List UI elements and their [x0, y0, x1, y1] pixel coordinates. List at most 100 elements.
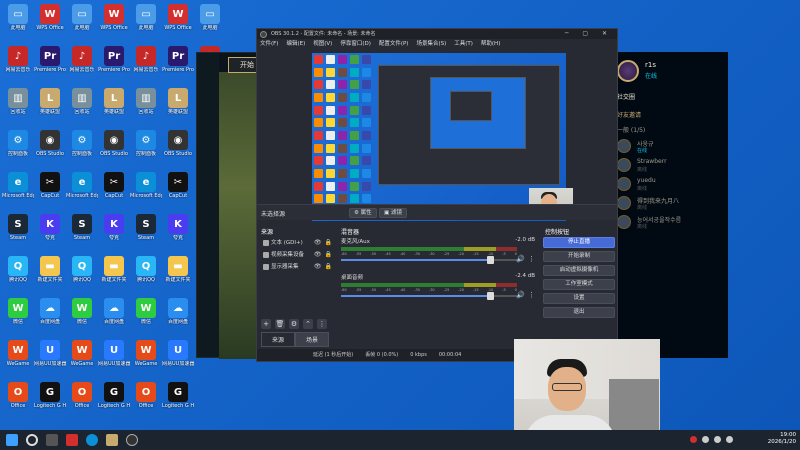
desktop-icon[interactable]: K 夸克: [98, 214, 130, 252]
visibility-lock-icon[interactable]: 👁🔒: [314, 249, 335, 261]
desktop-icon[interactable]: U 网易UU加速器: [162, 340, 194, 378]
desktop-icon[interactable]: ♪网易云音乐: [66, 46, 98, 84]
source-item[interactable]: 显示器采集 👁🔒: [261, 261, 337, 273]
speaker-icon[interactable]: 🔊: [516, 291, 525, 299]
desktop-icon[interactable]: ☁ 百度网盘: [162, 298, 194, 336]
desktop-icon[interactable]: L 英雄联盟: [162, 88, 194, 126]
desktop-icon[interactable]: ▥回收站: [130, 88, 162, 126]
desktop-icon[interactable]: eMicrosoft Edge: [66, 172, 98, 210]
source-settings-icon[interactable]: ⚙: [289, 319, 299, 329]
desktop-icon[interactable]: GLogitech G HUB: [98, 382, 130, 420]
obs-preview[interactable]: [312, 53, 573, 221]
window-controls-icon[interactable]: ─ ▢ ✕: [565, 29, 613, 39]
desktop-icon[interactable]: S Steam: [66, 214, 98, 252]
friend-group[interactable]: 一般 (1/5): [617, 125, 645, 134]
desktop-icon[interactable]: K 夸克: [162, 214, 194, 252]
friend-item[interactable]: Strawberr 离线: [617, 157, 725, 175]
tray-network-icon[interactable]: [702, 436, 709, 443]
profile-avatar[interactable]: [617, 60, 639, 82]
control-button[interactable]: 开始录制: [543, 251, 615, 262]
desktop-icon[interactable]: ⚙控制面板: [66, 130, 98, 168]
desktop-icon[interactable]: ▥回收站: [66, 88, 98, 126]
desktop-icon[interactable]: W 微信: [130, 298, 162, 336]
desktop-icon[interactable]: W WPS Office: [162, 4, 194, 42]
desktop-icon[interactable]: O Office: [130, 382, 162, 420]
control-button[interactable]: 工作室模式: [543, 279, 615, 290]
desktop-icon[interactable]: Q 腾讯QQ: [66, 256, 98, 294]
dock-tab[interactable]: 来源: [261, 332, 296, 347]
desktop-icon[interactable]: ⚙控制面板: [2, 130, 34, 168]
desktop-icon[interactable]: Q 腾讯QQ: [2, 256, 34, 294]
speaker-icon[interactable]: 🔊: [516, 255, 525, 263]
desktop-icon[interactable]: U 网易UU加速器: [98, 340, 130, 378]
edge-icon[interactable]: [86, 434, 98, 446]
tray-app-icon[interactable]: [690, 436, 697, 443]
menu-item[interactable]: 配置文件(P): [379, 39, 409, 49]
desktop-icon[interactable]: ▭ 此电脑: [66, 4, 98, 42]
remove-source-icon[interactable]: 🗑: [275, 319, 285, 329]
desktop-icon[interactable]: Pr Premiere Pro: [98, 46, 130, 84]
obs-taskbar-icon[interactable]: [126, 434, 138, 446]
desktop-icon[interactable]: ✂ CapCut: [34, 172, 66, 210]
desktop-icon[interactable]: K 夸克: [34, 214, 66, 252]
menu-item[interactable]: 编辑(E): [286, 39, 305, 49]
desktop-icon[interactable]: ⚙控制面板: [130, 130, 162, 168]
desktop-icon[interactable]: L 英雄联盟: [34, 88, 66, 126]
desktop-icon[interactable]: L 英雄联盟: [98, 88, 130, 126]
desktop-icon[interactable]: ▭ 此电脑: [2, 4, 34, 42]
desktop-icon[interactable]: eMicrosoft Edge: [2, 172, 34, 210]
desktop-icon[interactable]: U 网易UU加速器: [34, 340, 66, 378]
filters-button[interactable]: ▣ 滤镜: [379, 208, 407, 218]
visibility-lock-icon[interactable]: 👁🔒: [314, 237, 335, 249]
task-view-icon[interactable]: [46, 434, 58, 446]
dock-tab[interactable]: 场景: [295, 332, 330, 347]
desktop-icon[interactable]: S Steam: [130, 214, 162, 252]
more-icon[interactable]: ⋮: [317, 319, 327, 329]
desktop-icon[interactable]: Q 腾讯QQ: [130, 256, 162, 294]
desktop-icon[interactable]: ▬ 新建文件夹: [162, 256, 194, 294]
desktop-icon[interactable]: GLogitech G HUB: [34, 382, 66, 420]
friend-item[interactable]: 得到我来九月八 离线: [617, 195, 725, 213]
control-button[interactable]: 停止直播: [543, 237, 615, 248]
friend-item[interactable]: 사웅규 在线: [617, 138, 725, 156]
desktop-icon[interactable]: GLogitech G HUB: [162, 382, 194, 420]
volume-fader[interactable]: [341, 259, 491, 261]
desktop-icon[interactable]: W 微信: [66, 298, 98, 336]
taskbar-app-icon[interactable]: [66, 434, 78, 446]
desktop-icon[interactable]: Pr Premiere Pro: [162, 46, 194, 84]
clock[interactable]: 19:00 2026/1/20: [768, 432, 796, 446]
desktop-icon[interactable]: eMicrosoft Edge: [130, 172, 162, 210]
control-button[interactable]: 设置: [543, 293, 615, 304]
desktop-icon[interactable]: ◉ OBS Studio: [162, 130, 194, 168]
start-icon[interactable]: [6, 434, 18, 446]
desktop-icon[interactable]: ♪网易云音乐: [130, 46, 162, 84]
desktop-icon[interactable]: O Office: [66, 382, 98, 420]
desktop-icon[interactable]: ☁ 百度网盘: [34, 298, 66, 336]
desktop-icon[interactable]: S Steam: [2, 214, 34, 252]
desktop-icon[interactable]: W WPS Office: [98, 4, 130, 42]
add-source-icon[interactable]: +: [261, 319, 271, 329]
source-item[interactable]: 文本 (GDI+) 👁🔒: [261, 237, 337, 249]
desktop-icon[interactable]: W WPS Office: [34, 4, 66, 42]
desktop-icon[interactable]: ▬ 新建文件夹: [98, 256, 130, 294]
desktop-icon[interactable]: ♪网易云音乐: [2, 46, 34, 84]
desktop-icon[interactable]: ▭ 此电脑: [130, 4, 162, 42]
source-item[interactable]: 视频采集设备 👁🔒: [261, 249, 337, 261]
obs-window[interactable]: OBS 30.1.2 - 配置文件: 未命名 - 场景: 未命名 ─ ▢ ✕ 文…: [256, 28, 618, 362]
menu-item[interactable]: 场景集合(S): [416, 39, 446, 49]
desktop-icon[interactable]: ▬ 新建文件夹: [34, 256, 66, 294]
desktop-icon[interactable]: Pr Premiere Pro: [34, 46, 66, 84]
search-icon[interactable]: [26, 434, 38, 446]
desktop-icon[interactable]: ◉ OBS Studio: [98, 130, 130, 168]
desktop-icon[interactable]: ✂ CapCut: [162, 172, 194, 210]
volume-fader[interactable]: [341, 295, 491, 297]
friend-item[interactable]: yuedu 离线: [617, 176, 725, 194]
desktop-icon[interactable]: O Office: [2, 382, 34, 420]
desktop-icon[interactable]: ▭ 此电脑: [194, 4, 226, 42]
desktop-icon[interactable]: W WeGame: [66, 340, 98, 378]
channel-menu-icon[interactable]: ⋮: [528, 291, 535, 299]
properties-button[interactable]: ⚙ 属性: [349, 208, 377, 218]
fader-knob[interactable]: [487, 256, 494, 264]
lol-taskbar-icon[interactable]: [106, 434, 118, 446]
tray-ime-icon[interactable]: [726, 436, 733, 443]
